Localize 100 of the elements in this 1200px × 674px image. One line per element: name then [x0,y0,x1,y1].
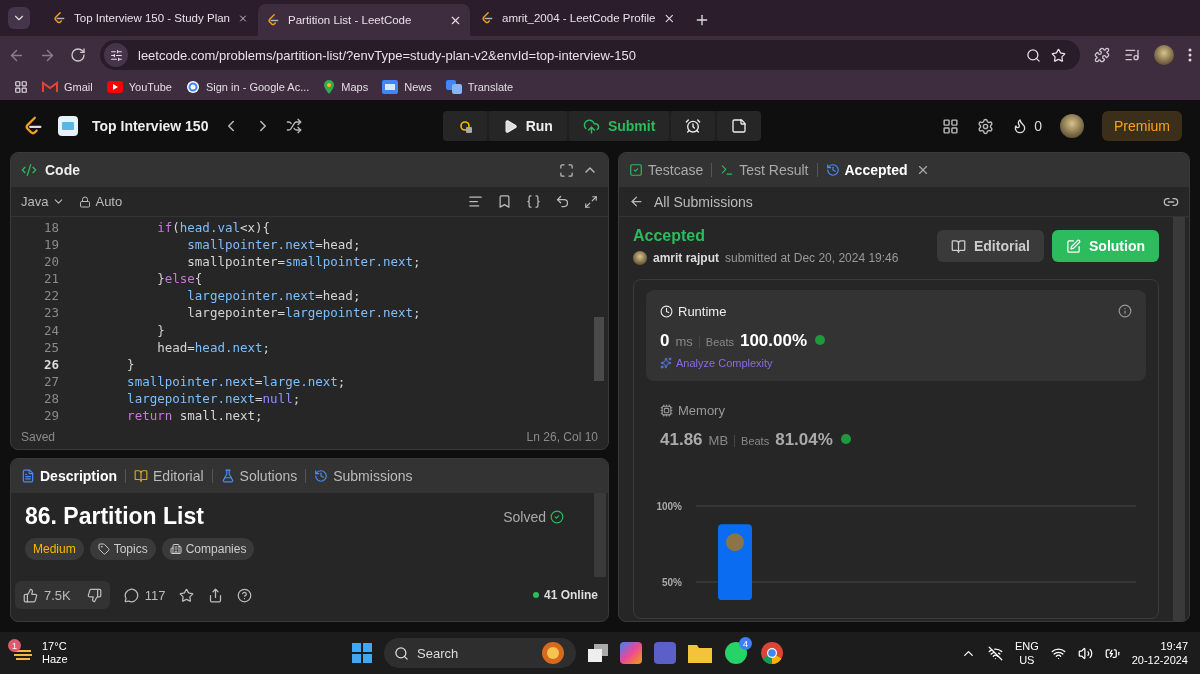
run-button[interactable]: Run [488,111,567,141]
tab-search-button[interactable] [8,7,30,29]
bookmark[interactable]: Maps [323,80,369,94]
avatar-icon[interactable] [1154,45,1174,65]
search-icon[interactable] [1026,47,1041,63]
panel-tab[interactable]: Description [21,468,117,484]
puzzle-icon[interactable] [1094,47,1110,63]
line-number: 21 [42,271,59,287]
tag-chip[interactable]: Companies [161,538,255,560]
line-number: 19 [42,237,59,253]
panel-tab[interactable]: Testcase [629,162,704,178]
panel-tab[interactable]: Submissions [314,468,413,484]
all-submissions-link[interactable]: All Submissions [654,193,753,210]
panel-tab[interactable]: Editorial [134,468,204,484]
code-line: if(head.val<x){ [156,220,271,236]
g-logo-icon [185,80,200,94]
autocomplete-toggle[interactable]: Auto [79,194,123,209]
reset-icon[interactable] [555,194,570,209]
shuffle-icon[interactable] [286,118,303,134]
metric-card[interactable]: Runtime 0 ms Beats 100.00% Analyze Complexity [646,290,1146,381]
author-name[interactable]: amrit rajput [653,251,719,265]
bookmark-icon[interactable] [497,194,512,209]
submit-button[interactable]: Submit [568,111,670,141]
comments-button[interactable]: 117 [123,587,166,603]
task-view-icon[interactable] [588,644,608,662]
more-icon[interactable] [1188,48,1192,62]
temperature: 17°C [42,640,68,653]
wifi-icon[interactable] [1050,645,1066,661]
scrollbar[interactable] [594,317,604,381]
metric-card[interactable]: Memory 41.86 MB Beats 81.04% [646,389,1146,462]
folder-icon[interactable] [688,643,712,663]
share-icon[interactable] [208,587,224,603]
apps-icon[interactable] [14,80,28,94]
site-settings-button[interactable] [104,43,128,67]
media-icon[interactable] [1124,47,1140,63]
bookmark[interactable]: Translate [445,80,514,94]
premium-button[interactable]: Premium [1102,111,1182,141]
code-line: smallpointer=smallpointer.next; [186,254,421,270]
streak-counter[interactable]: 0 [1012,118,1042,134]
reload-icon[interactable] [70,47,86,63]
bookmark[interactable]: News [382,80,432,94]
solved-status: Solved [503,508,564,525]
study-plan-title[interactable]: Top Interview 150 [92,118,209,134]
layout-icon[interactable] [942,117,960,135]
metric-value: 41.86 [660,430,703,450]
windows-start-icon[interactable] [352,643,372,663]
settings-icon[interactable] [977,117,995,135]
metric-unit: ms [675,334,693,349]
bookmark[interactable]: YouTube [106,81,172,93]
timer-button[interactable] [671,111,716,141]
star-icon[interactable] [1051,47,1066,63]
code-line: } [156,322,165,338]
note-icon [731,118,748,134]
debug-button[interactable] [442,111,487,141]
bookmark[interactable]: Sign in - Google Ac... [185,80,310,94]
panel-title: Code [45,162,81,178]
save-status: Saved [21,429,56,444]
star-icon[interactable] [179,587,195,603]
language-dropdown[interactable]: Java [21,194,66,209]
expand-icon[interactable] [584,194,598,209]
code-line: smallpointer.next=large.next; [126,373,346,389]
line-number: 26 [42,356,59,372]
scrollbar[interactable] [1173,217,1185,621]
avatar-icon[interactable] [1060,114,1084,138]
language-indicator[interactable]: ENG US [1014,639,1039,667]
address-bar[interactable]: leetcode.com/problems/partition-list/?envType=study-plan-v2&envId=top-interview-150 [100,40,1080,70]
beats-value: 81.04% [775,430,833,450]
fullscreen-icon[interactable] [559,162,574,178]
tag-chip[interactable]: Topics [89,538,156,560]
edit-icon [1066,238,1081,254]
code-line: largepointer.next=head; [186,288,361,304]
panel-tab[interactable]: Solutions [220,468,298,484]
format-icon[interactable] [468,194,483,209]
braces-icon[interactable] [526,194,541,209]
bookmark[interactable]: Gmail [42,81,93,93]
browser-tab[interactable]: amrit_2004 - LeetCode Profile [472,4,684,32]
leetcode-logo-icon [52,11,66,25]
cloud-upload-icon [582,117,600,135]
editorial-button[interactable]: Editorial [937,230,1044,262]
browser-tab[interactable]: Top Interview 150 - Study Plan [44,4,256,32]
chrome-icon[interactable] [760,641,784,665]
code-line: largepointer=largepointer.next; [186,305,421,321]
info-icon[interactable] [1118,304,1132,318]
panel-tab[interactable]: Accepted [825,162,908,178]
browser-tab[interactable]: Partition List - LeetCode [258,4,470,36]
leetcode-logo-icon [266,13,280,27]
help-icon[interactable] [237,587,253,603]
volume-icon[interactable] [1077,645,1093,661]
new-tab-icon[interactable] [694,12,710,28]
code-line: }else{ [156,271,203,287]
line-number: 28 [42,390,59,406]
panel-tab[interactable]: Test Result [720,162,809,178]
taskbar-search[interactable]: Search [384,638,576,668]
notes-button[interactable] [717,111,762,141]
sparkles-icon [660,357,672,369]
clock[interactable]: 19:47 20-12-2024 [1131,639,1188,667]
flask-icon [220,469,235,483]
code-line: } [126,356,135,372]
tag-chip[interactable]: Medium [25,538,84,560]
back-icon[interactable] [629,194,644,209]
